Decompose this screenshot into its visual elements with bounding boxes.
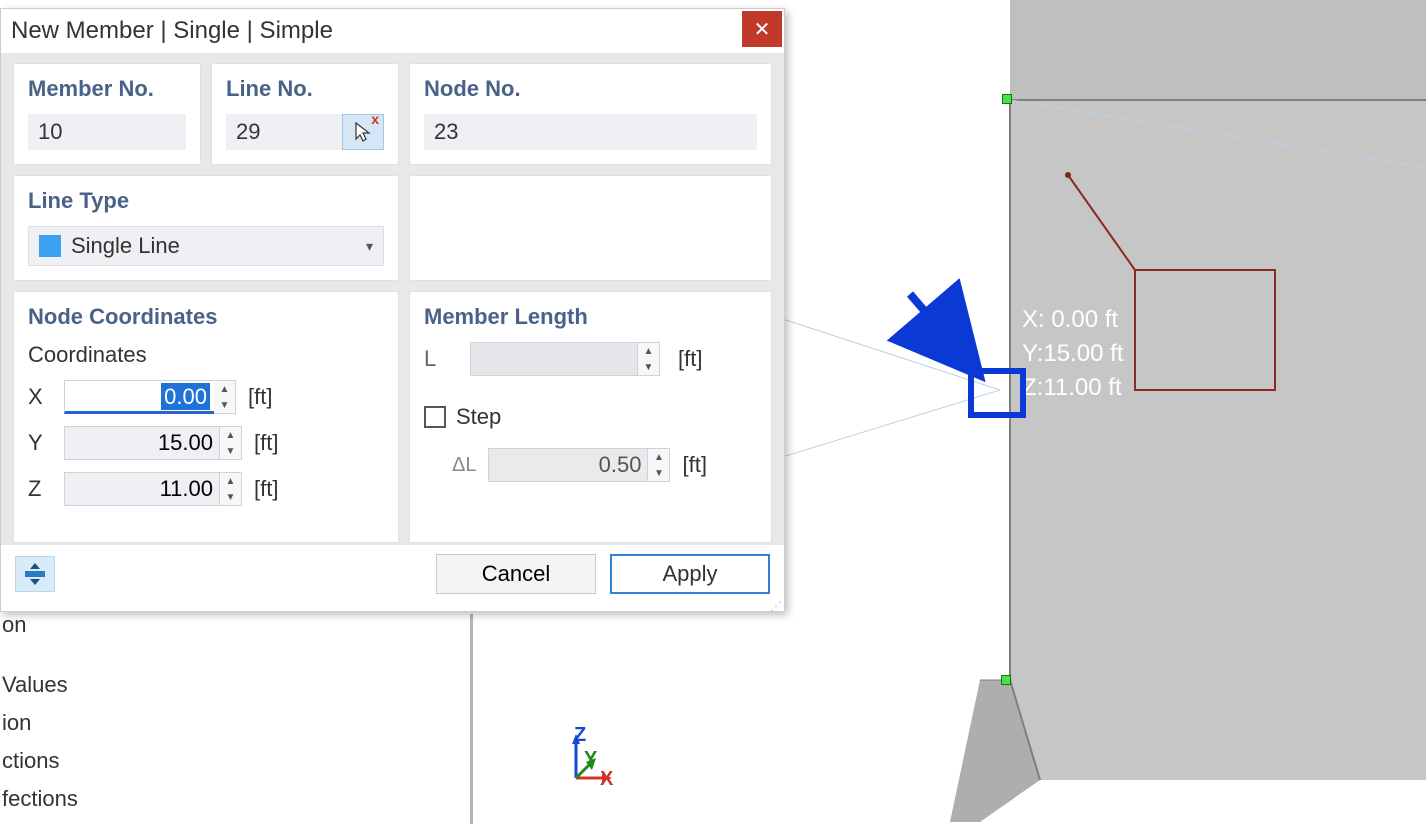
spin-down-icon[interactable]: ▼: [220, 489, 241, 505]
background-titlebar-fragment: [0, 0, 310, 2]
spin-down-icon[interactable]: ▼: [648, 465, 669, 481]
coordinates-sublabel: Coordinates: [28, 342, 384, 368]
member-length-label: Member Length: [424, 304, 757, 330]
spin-up-icon[interactable]: ▲: [214, 381, 235, 397]
line-no-field[interactable]: 29: [226, 114, 342, 150]
delta-L-unit: [ft]: [682, 452, 706, 478]
line-type-label: Line Type: [28, 188, 384, 214]
line-no-label: Line No.: [226, 76, 384, 102]
spin-up-icon[interactable]: ▲: [638, 343, 659, 359]
line-type-color-swatch: [39, 235, 61, 257]
line-no-panel: Line No. 29 x: [211, 63, 399, 165]
cancel-button[interactable]: Cancel: [436, 554, 596, 594]
coordinate-system-triad: Z Y X: [550, 732, 610, 792]
length-L-spinner[interactable]: ▲▼: [470, 342, 660, 376]
member-length-panel: Member Length L ▲▼ [ft] Step ΔL: [409, 291, 772, 543]
step-checkbox[interactable]: [424, 406, 446, 428]
step-label: Step: [456, 404, 501, 430]
length-L-label: L: [424, 346, 452, 372]
dialog-titlebar[interactable]: New Member | Single | Simple ✕: [1, 9, 784, 53]
close-icon: ✕: [754, 17, 771, 42]
node-marker-top: [1002, 94, 1012, 104]
node-no-label: Node No.: [424, 76, 757, 102]
coord-y-spinner[interactable]: ▲▼: [64, 426, 242, 460]
coord-z-spinner[interactable]: ▲▼: [64, 472, 242, 506]
annotation-arrow: [900, 284, 1000, 410]
node-coordinates-panel: Node Coordinates Coordinates X 0.00 ▲▼ […: [13, 291, 399, 543]
pick-cancel-x-icon: x: [371, 111, 379, 127]
coord-x-spinner[interactable]: 0.00 ▲▼: [64, 380, 236, 414]
node-coordinates-label: Node Coordinates: [28, 304, 384, 330]
chevron-down-icon: ▾: [366, 238, 373, 255]
line-type-panel: Line Type Single Line ▾: [13, 175, 399, 281]
empty-panel: [409, 175, 772, 281]
dialog-title: New Member | Single | Simple: [11, 17, 742, 45]
spin-down-icon[interactable]: ▼: [638, 359, 659, 375]
spin-up-icon[interactable]: ▲: [648, 449, 669, 465]
cursor-coordinate-readout: X: 0.00 ft Y:15.00 ft Z:11.00 ft: [1022, 304, 1123, 406]
background-navigator-fragment: on Values ion ctions fections: [0, 606, 78, 818]
member-no-field[interactable]: 10: [28, 114, 186, 150]
length-L-unit: [ft]: [678, 346, 702, 372]
length-L-input[interactable]: [470, 342, 638, 376]
node-no-panel: Node No. 23: [409, 63, 772, 165]
line-type-value: Single Line: [71, 233, 356, 259]
coord-x-unit: [ft]: [248, 384, 272, 410]
spin-up-icon[interactable]: ▲: [220, 427, 241, 443]
coord-y-unit: [ft]: [254, 430, 278, 456]
member-no-label: Member No.: [28, 76, 186, 102]
spin-down-icon[interactable]: ▼: [214, 397, 235, 413]
close-button[interactable]: ✕: [742, 11, 782, 47]
axis-label-z: Z: [574, 724, 586, 747]
coord-z-label: Z: [28, 476, 52, 502]
panel-splitter[interactable]: [470, 614, 473, 824]
new-member-dialog: New Member | Single | Simple ✕ Member No…: [0, 8, 785, 612]
spin-down-icon[interactable]: ▼: [220, 443, 241, 459]
section-view-button[interactable]: [15, 556, 55, 592]
axis-label-y: Y: [584, 748, 597, 771]
coord-x-label: X: [28, 384, 52, 410]
coord-x-input[interactable]: [64, 380, 220, 414]
delta-L-label: ΔL: [452, 454, 476, 477]
line-type-combo[interactable]: Single Line ▾: [28, 226, 384, 266]
section-icon: [22, 563, 48, 585]
spin-up-icon[interactable]: ▲: [220, 473, 241, 489]
node-no-field[interactable]: 23: [424, 114, 757, 150]
pick-line-button[interactable]: x: [342, 114, 384, 150]
coord-z-unit: [ft]: [254, 476, 278, 502]
coord-z-input[interactable]: [64, 472, 220, 506]
apply-button[interactable]: Apply: [610, 554, 770, 594]
coord-y-input[interactable]: [64, 426, 220, 460]
coord-y-label: Y: [28, 430, 52, 456]
delta-L-input[interactable]: [488, 448, 648, 482]
axis-label-x: X: [600, 768, 613, 791]
member-no-panel: Member No. 10: [13, 63, 201, 165]
node-marker-bottom: [1001, 675, 1011, 685]
delta-L-spinner[interactable]: ▲▼: [488, 448, 670, 482]
cursor-arrow-icon: [353, 121, 373, 143]
resize-grip[interactable]: ⋰: [770, 603, 780, 609]
